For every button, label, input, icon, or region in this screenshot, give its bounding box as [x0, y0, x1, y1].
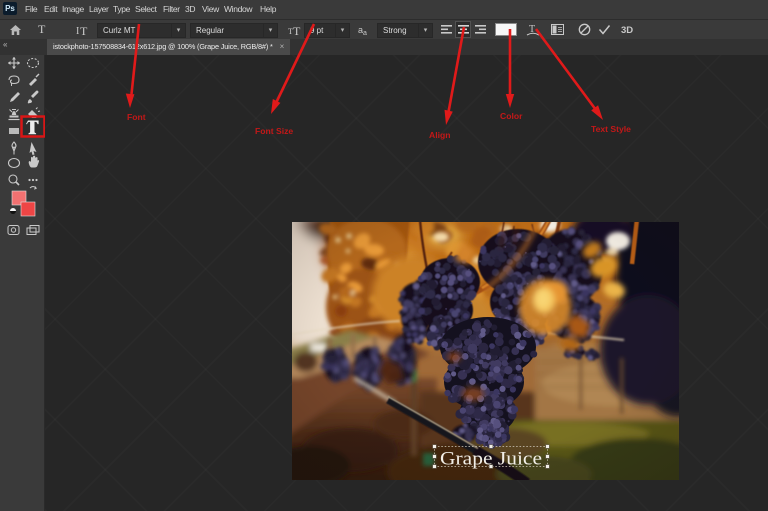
svg-text:T: T [293, 24, 301, 36]
svg-text:a: a [363, 30, 367, 35]
svg-text:I: I [76, 26, 79, 36]
svg-text:T: T [80, 24, 88, 36]
